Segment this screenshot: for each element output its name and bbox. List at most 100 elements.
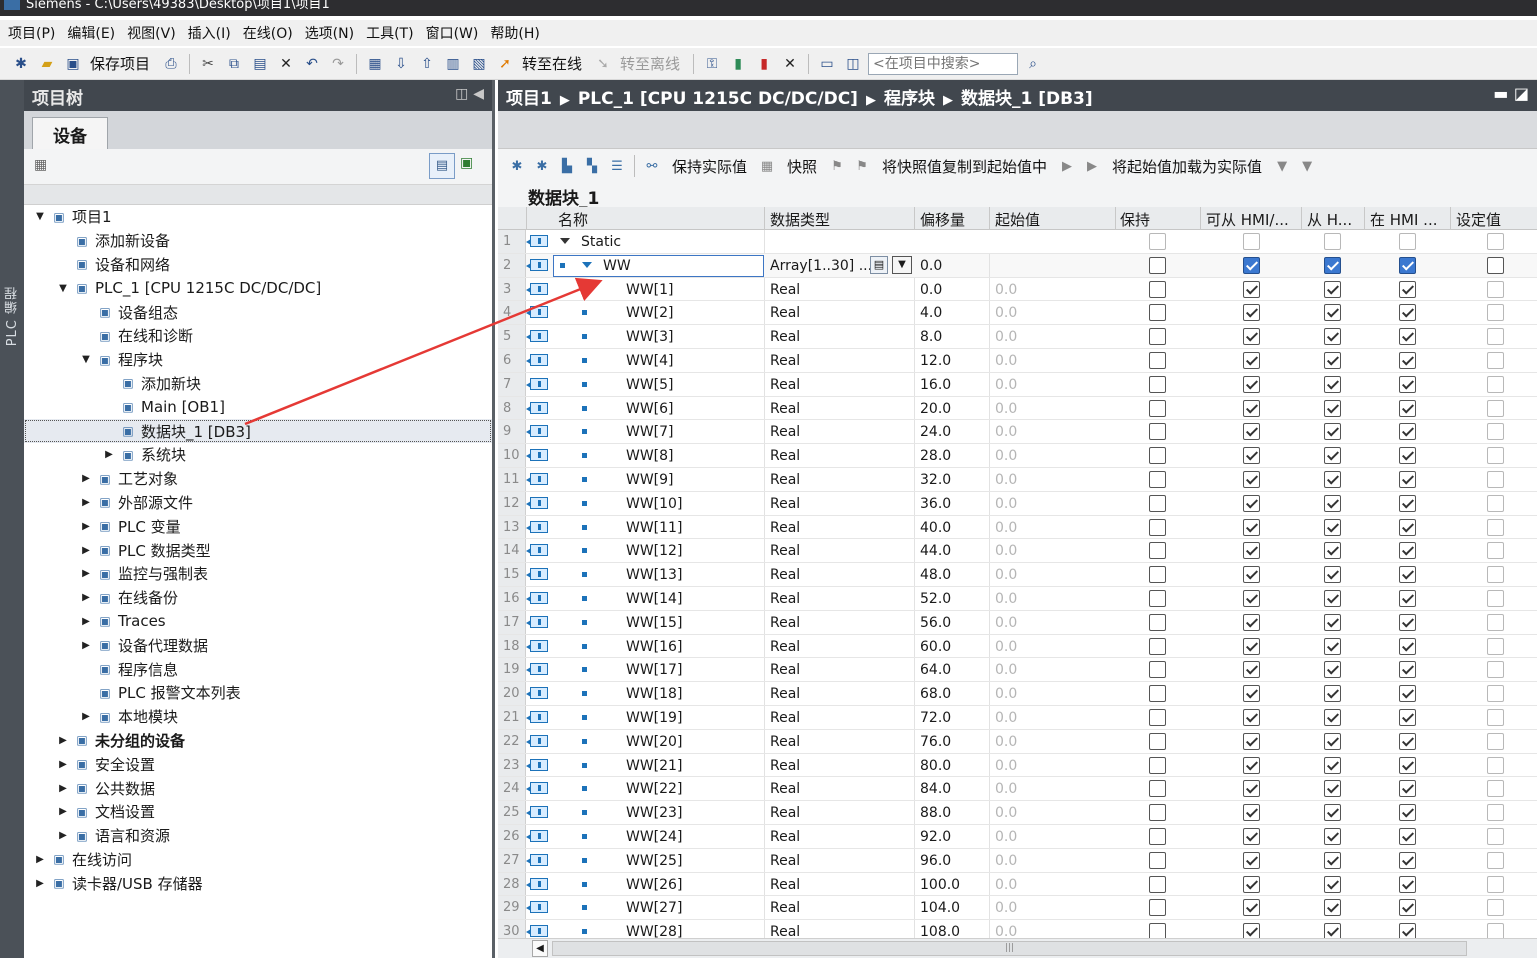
hmi-access-checkbox[interactable]: [1243, 875, 1260, 893]
tree-item[interactable]: ▶ ▣ 工艺对象: [24, 467, 492, 491]
monitor-icon[interactable]: ⚯: [641, 155, 663, 177]
element-datatype[interactable]: Real: [770, 329, 800, 345]
expand-icon[interactable]: ▙: [556, 155, 578, 177]
hmi-visible-checkbox[interactable]: [1399, 233, 1416, 250]
cross-reference-icon[interactable]: ✕: [779, 53, 801, 75]
element-name[interactable]: WW[5]: [626, 377, 674, 393]
tab-devices[interactable]: 设备: [32, 117, 108, 149]
element-name[interactable]: WW[27]: [626, 900, 682, 916]
table-row[interactable]: 6 WW[4] Real 12.0 0.0: [498, 348, 1537, 373]
tree-item[interactable]: ▣ 程序信息: [24, 657, 492, 681]
collapse-array-icon[interactable]: [582, 261, 592, 268]
hmi-visible-checkbox[interactable]: [1399, 613, 1416, 631]
element-name[interactable]: WW[4]: [626, 353, 674, 369]
element-datatype[interactable]: Real: [770, 781, 800, 797]
hmi-visible-checkbox[interactable]: [1399, 851, 1416, 869]
download-icon[interactable]: ⇩: [390, 53, 412, 75]
hmi-writable-checkbox[interactable]: [1324, 447, 1341, 465]
hmi-writable-checkbox[interactable]: [1324, 328, 1341, 346]
element-start-value[interactable]: 0.0: [995, 282, 1017, 298]
tree-item[interactable]: ▶ ▣ 文档设置: [24, 800, 492, 824]
table-row[interactable]: 27 WW[25] Real 96.0 0.0: [498, 848, 1537, 873]
hmi-writable-checkbox[interactable]: [1324, 494, 1341, 512]
hmi-visible-checkbox[interactable]: [1399, 804, 1416, 822]
hmi-writable-checkbox[interactable]: [1324, 280, 1341, 298]
hmi-access-checkbox[interactable]: [1243, 447, 1260, 465]
element-name[interactable]: WW[10]: [626, 496, 682, 512]
retain-checkbox[interactable]: [1149, 637, 1166, 655]
element-name[interactable]: WW[20]: [626, 734, 682, 750]
element-start-value[interactable]: 0.0: [995, 829, 1017, 845]
element-datatype[interactable]: Real: [770, 496, 800, 512]
table-row-static[interactable]: 1 Static: [498, 230, 1537, 254]
element-name[interactable]: WW[13]: [626, 567, 682, 583]
retain-checkbox[interactable]: [1149, 589, 1166, 607]
breadcrumb-item[interactable]: PLC_1 [CPU 1215C DC/DC/DC]: [578, 89, 858, 109]
element-datatype[interactable]: Real: [770, 686, 800, 702]
load-start-icon[interactable]: ▼: [1271, 155, 1293, 177]
element-start-value[interactable]: 0.0: [995, 662, 1017, 678]
hmi-access-checkbox[interactable]: [1243, 328, 1260, 346]
hmi-writable-checkbox[interactable]: [1324, 542, 1341, 560]
tree-item[interactable]: ▶ ▣ 公共数据: [24, 776, 492, 800]
table-row[interactable]: 21 WW[19] Real 72.0 0.0: [498, 705, 1537, 730]
element-name[interactable]: WW[25]: [626, 853, 682, 869]
retain-checkbox[interactable]: [1149, 899, 1166, 917]
hmi-access-checkbox[interactable]: [1243, 589, 1260, 607]
hmi-writable-checkbox[interactable]: [1324, 470, 1341, 488]
setpoint-checkbox[interactable]: [1487, 827, 1504, 845]
load-start-button[interactable]: 将起始值加载为实际值: [1106, 156, 1268, 177]
retain-checkbox[interactable]: [1149, 304, 1166, 322]
element-start-value[interactable]: 0.0: [995, 734, 1017, 750]
go-online-icon[interactable]: ➚: [494, 53, 516, 75]
tree-item[interactable]: ▣ 设备组态: [24, 300, 492, 324]
tree-item[interactable]: ▣ 添加新设备: [24, 229, 492, 253]
setpoint-checkbox[interactable]: [1487, 518, 1504, 536]
tree-item[interactable]: ▣ 数据块_1 [DB3]: [24, 419, 492, 443]
collapsed-arrow-icon[interactable]: ▶: [80, 711, 92, 722]
menu-project[interactable]: 项目(P): [6, 23, 65, 43]
retain-checkbox[interactable]: [1149, 875, 1166, 893]
setpoint-checkbox[interactable]: [1487, 447, 1504, 465]
table-row[interactable]: 18 WW[16] Real 60.0 0.0: [498, 634, 1537, 659]
retain-checkbox[interactable]: [1149, 447, 1166, 465]
collapsed-arrow-icon[interactable]: ▶: [80, 521, 92, 532]
setpoint-checkbox[interactable]: [1487, 256, 1504, 274]
element-name[interactable]: WW[11]: [626, 520, 682, 536]
scroll-left-icon[interactable]: ◀: [532, 940, 548, 957]
table-row-array[interactable]: 2 WW Array[1..30] ... ▤ ▼ 0.0: [498, 253, 1537, 278]
delete-icon[interactable]: ✕: [275, 53, 297, 75]
element-datatype[interactable]: Real: [770, 401, 800, 417]
element-datatype[interactable]: Real: [770, 877, 800, 893]
element-datatype[interactable]: Real: [770, 758, 800, 774]
hmi-visible-checkbox[interactable]: [1399, 566, 1416, 584]
array-datatype[interactable]: Array[1..30] ...: [770, 258, 872, 274]
simulation-icon[interactable]: ▥: [442, 53, 464, 75]
element-datatype[interactable]: Real: [770, 591, 800, 607]
table-row[interactable]: 16 WW[14] Real 52.0 0.0: [498, 586, 1537, 611]
hmi-visible-checkbox[interactable]: [1399, 280, 1416, 298]
hmi-visible-checkbox[interactable]: [1399, 375, 1416, 393]
setpoint-checkbox[interactable]: [1487, 351, 1504, 369]
hmi-writable-checkbox[interactable]: [1324, 756, 1341, 774]
scroll-thumb[interactable]: |||: [552, 941, 1467, 956]
breadcrumb-item[interactable]: 程序块: [884, 89, 935, 109]
horizontal-scrollbar[interactable]: ◀ |||: [498, 938, 1537, 958]
paste-icon[interactable]: ▤: [249, 53, 271, 75]
setpoint-checkbox[interactable]: [1487, 756, 1504, 774]
hmi-visible-checkbox[interactable]: [1399, 708, 1416, 726]
hmi-access-checkbox[interactable]: [1243, 756, 1260, 774]
hmi-writable-checkbox[interactable]: [1324, 566, 1341, 584]
setpoint-checkbox[interactable]: [1487, 851, 1504, 869]
retain-checkbox[interactable]: [1149, 851, 1166, 869]
menu-insert[interactable]: 插入(I): [186, 23, 241, 43]
table-row[interactable]: 9 WW[7] Real 24.0 0.0: [498, 420, 1537, 445]
element-start-value[interactable]: 0.0: [995, 710, 1017, 726]
table-row[interactable]: 3 WW[1] Real 0.0 0.0: [498, 277, 1537, 302]
table-row[interactable]: 13 WW[11] Real 40.0 0.0: [498, 515, 1537, 540]
menu-help[interactable]: 帮助(H): [488, 23, 549, 43]
setpoint-checkbox[interactable]: [1487, 566, 1504, 584]
hmi-access-checkbox[interactable]: [1243, 708, 1260, 726]
retain-checkbox[interactable]: [1149, 518, 1166, 536]
col-hmi-visible[interactable]: 在 HMI ...: [1370, 209, 1438, 230]
